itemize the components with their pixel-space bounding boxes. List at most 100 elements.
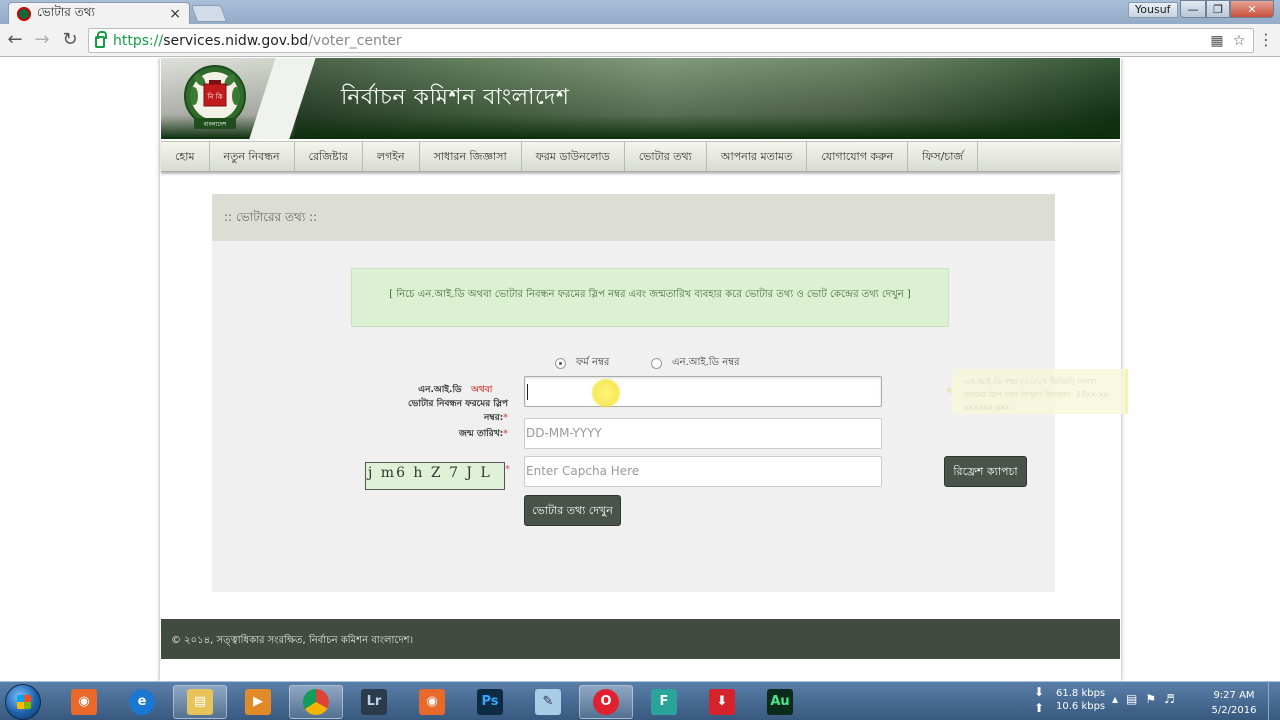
- radio-nid-number-option[interactable]: এন.আই.ডি নম্বর: [651, 355, 740, 372]
- photoshop-icon: Ps: [477, 689, 503, 715]
- browser-tab[interactable]: ভোটার তথ্য ×: [8, 2, 190, 24]
- url-path: /voter_center: [308, 32, 402, 49]
- site-footer: © ২০১৪, সত্ত্বাধিকার সংরক্ষিত, নির্বাচন …: [161, 619, 1120, 659]
- nav-fees[interactable]: ফিস/চার্জ: [908, 142, 979, 171]
- svg-text:নি কি: নি কি: [206, 93, 222, 101]
- site-banner: নি কি বাংলাদেশ নির্বাচন কমিশন বাংলাদেশ: [161, 58, 1120, 139]
- media-player-icon: ▶: [245, 689, 271, 715]
- input-hint-tooltip: এন.আই.ডি নম্বর (১৩/১৭ ডিজিট) অথবা ফরমের …: [952, 369, 1128, 414]
- nav-login[interactable]: লগইন: [363, 142, 420, 171]
- radio-nid-number-label: এন.আই.ডি নম্বর: [672, 357, 740, 368]
- captcha-image: j m6 h Z 7 J L: [365, 462, 505, 490]
- election-commission-logo: নি কি বাংলাদেশ: [184, 65, 246, 129]
- page-viewport: নি কি বাংলাদেশ নির্বাচন কমিশন বাংলাদেশ হ…: [0, 58, 1280, 681]
- dob-label: জন্ম তারিখ:: [458, 429, 504, 439]
- profile-button[interactable]: Yousuf: [1128, 2, 1178, 18]
- back-arrow-icon[interactable]: ←: [4, 29, 26, 51]
- taskbar-app-audition[interactable]: Au: [753, 685, 807, 719]
- clock-time: 9:27 AM: [1213, 690, 1255, 701]
- nav-voter-info[interactable]: ভোটার তথ্য: [625, 142, 707, 171]
- radio-form-number[interactable]: [555, 358, 566, 369]
- tab-close-icon[interactable]: ×: [169, 6, 181, 22]
- chrome-icon: [303, 689, 329, 715]
- taskbar-app-snipping[interactable]: ◉: [405, 685, 459, 719]
- id-number-input[interactable]: [524, 376, 882, 407]
- forward-arrow-icon[interactable]: →: [31, 29, 53, 51]
- clock-date: 5/2/2016: [1211, 705, 1257, 716]
- reload-icon[interactable]: ↻: [59, 29, 81, 51]
- url-host: services.nidw.gov.bd: [163, 32, 309, 49]
- snipping-tool-icon: ◉: [419, 689, 445, 715]
- taskbar-app-opera[interactable]: O: [579, 685, 633, 719]
- nav-form-download[interactable]: ফরম ডাউনলোড: [522, 142, 625, 171]
- text-caret: [527, 384, 528, 400]
- dob-field-label: জন্ম তারিখ:*: [404, 427, 508, 441]
- required-mark: *: [503, 429, 508, 439]
- nav-home[interactable]: হোম: [161, 142, 210, 171]
- dob-input[interactable]: DD-MM-YYYY: [524, 418, 882, 449]
- show-desktop-button[interactable]: [1268, 682, 1280, 720]
- opera-icon: O: [593, 689, 619, 715]
- browser-titlebar: ভোটার তথ্য × Yousuf — ❐ ✕: [0, 0, 1280, 24]
- nav-register[interactable]: রেজিষ্টার: [295, 142, 363, 171]
- mouse-cursor-highlight: [591, 378, 621, 408]
- download-manager-icon: ⬇: [709, 689, 735, 715]
- required-mark: *: [503, 413, 508, 423]
- network-speed: 61.8 kbps 10.6 kbps: [1056, 687, 1105, 713]
- taskbar-app-camera[interactable]: ◉: [57, 685, 111, 719]
- nav-faq[interactable]: সাধারন জিজ্ঞাসা: [420, 142, 522, 171]
- network-speed-arrows-icon: ⬇ ⬆: [1034, 685, 1045, 715]
- notepad-icon: ✎: [535, 689, 561, 715]
- taskbar-app-chrome[interactable]: [289, 685, 343, 719]
- radio-nid-number[interactable]: [651, 358, 662, 369]
- id-label-nid: এন.আই.ডি: [418, 385, 462, 395]
- taskbar-app-downloader[interactable]: ⬇: [695, 685, 749, 719]
- radio-form-number-option[interactable]: ফর্ম নম্বর: [555, 355, 609, 372]
- refresh-captcha-button[interactable]: রিফ্রেশ ক্যাপচা: [944, 456, 1027, 487]
- captcha-required-mark: *: [505, 464, 510, 475]
- browser-menu-icon[interactable]: ⋮: [1258, 30, 1274, 49]
- site-title: নির্বাচন কমিশন বাংলাদেশ: [341, 85, 570, 110]
- translate-icon[interactable]: ▦: [1209, 33, 1225, 49]
- os-taskbar: ◉ e ▤ ▶ Lr ◉ Ps ✎ O F ⬇ Au ⬇ ⬆ 61.8 kbps …: [0, 681, 1280, 720]
- voter-info-panel: :: ভোটারের তথ্য :: [ নিচে এন.আই.ডি অথবা …: [212, 194, 1128, 592]
- maximize-button[interactable]: ❐: [1206, 0, 1230, 18]
- flash-icon: F: [651, 689, 677, 715]
- site-favicon-icon: [17, 6, 31, 21]
- taskbar-app-flash[interactable]: F: [637, 685, 691, 719]
- taskbar-app-notepad[interactable]: ✎: [521, 685, 575, 719]
- instruction-box: [ নিচে এন.আই.ডি অথবা ভোটার নিবন্ধন ফরমের…: [351, 268, 949, 327]
- nav-feedback[interactable]: আপনার মতামত: [707, 142, 808, 171]
- net-down-speed: 61.8 kbps: [1056, 688, 1106, 699]
- radio-form-number-label: ফর্ম নম্বর: [576, 357, 610, 368]
- id-label-slip: ভোটার নিবন্ধন ফরমের স্লিপ নম্বর:: [408, 399, 508, 423]
- captcha-input[interactable]: Enter Capcha Here: [524, 456, 882, 487]
- taskbar-app-media[interactable]: ▶: [231, 685, 285, 719]
- show-voter-info-button[interactable]: ভোটার তথ্য দেখুন: [524, 495, 621, 526]
- taskbar-app-explorer[interactable]: ▤: [173, 685, 227, 719]
- new-tab-button[interactable]: [190, 5, 228, 22]
- id-label-or: অথবা: [471, 385, 493, 395]
- address-bar[interactable]: https://services.nidw.gov.bd/voter_cente…: [88, 28, 1254, 53]
- main-nav: হোম নতুন নিবন্ধন রেজিষ্টার লগইন সাধারন জ…: [161, 141, 1120, 172]
- bookmark-star-icon[interactable]: ☆: [1231, 33, 1247, 49]
- taskbar-app-photoshop[interactable]: Ps: [463, 685, 517, 719]
- windows-logo-icon: [17, 695, 31, 709]
- banner-curve: [243, 58, 319, 139]
- section-title: :: ভোটারের তথ্য ::: [212, 194, 1055, 241]
- system-clock[interactable]: 9:27 AM 5/2/2016: [1206, 688, 1262, 718]
- nav-new-registration[interactable]: নতুন নিবন্ধন: [210, 142, 295, 171]
- taskbar-app-lightroom[interactable]: Lr: [347, 685, 401, 719]
- tab-title: ভোটার তথ্য: [37, 4, 95, 19]
- lock-icon: [95, 31, 107, 48]
- taskbar-app-ie[interactable]: e: [115, 685, 169, 719]
- minimize-button[interactable]: —: [1180, 0, 1206, 18]
- id-field-label: এন.আই.ডি অথবা ভোটার নিবন্ধন ফরমের স্লিপ …: [384, 383, 508, 425]
- start-button[interactable]: [5, 684, 41, 720]
- internet-explorer-icon: e: [129, 689, 155, 715]
- page-container: নি কি বাংলাদেশ নির্বাচন কমিশন বাংলাদেশ হ…: [160, 58, 1128, 681]
- nav-contact[interactable]: যোগাযোগ করুন: [807, 142, 909, 171]
- audition-icon: Au: [767, 689, 793, 715]
- system-tray-icons[interactable]: ▴▤⚑♬: [1112, 692, 1183, 706]
- close-window-button[interactable]: ✕: [1230, 0, 1274, 18]
